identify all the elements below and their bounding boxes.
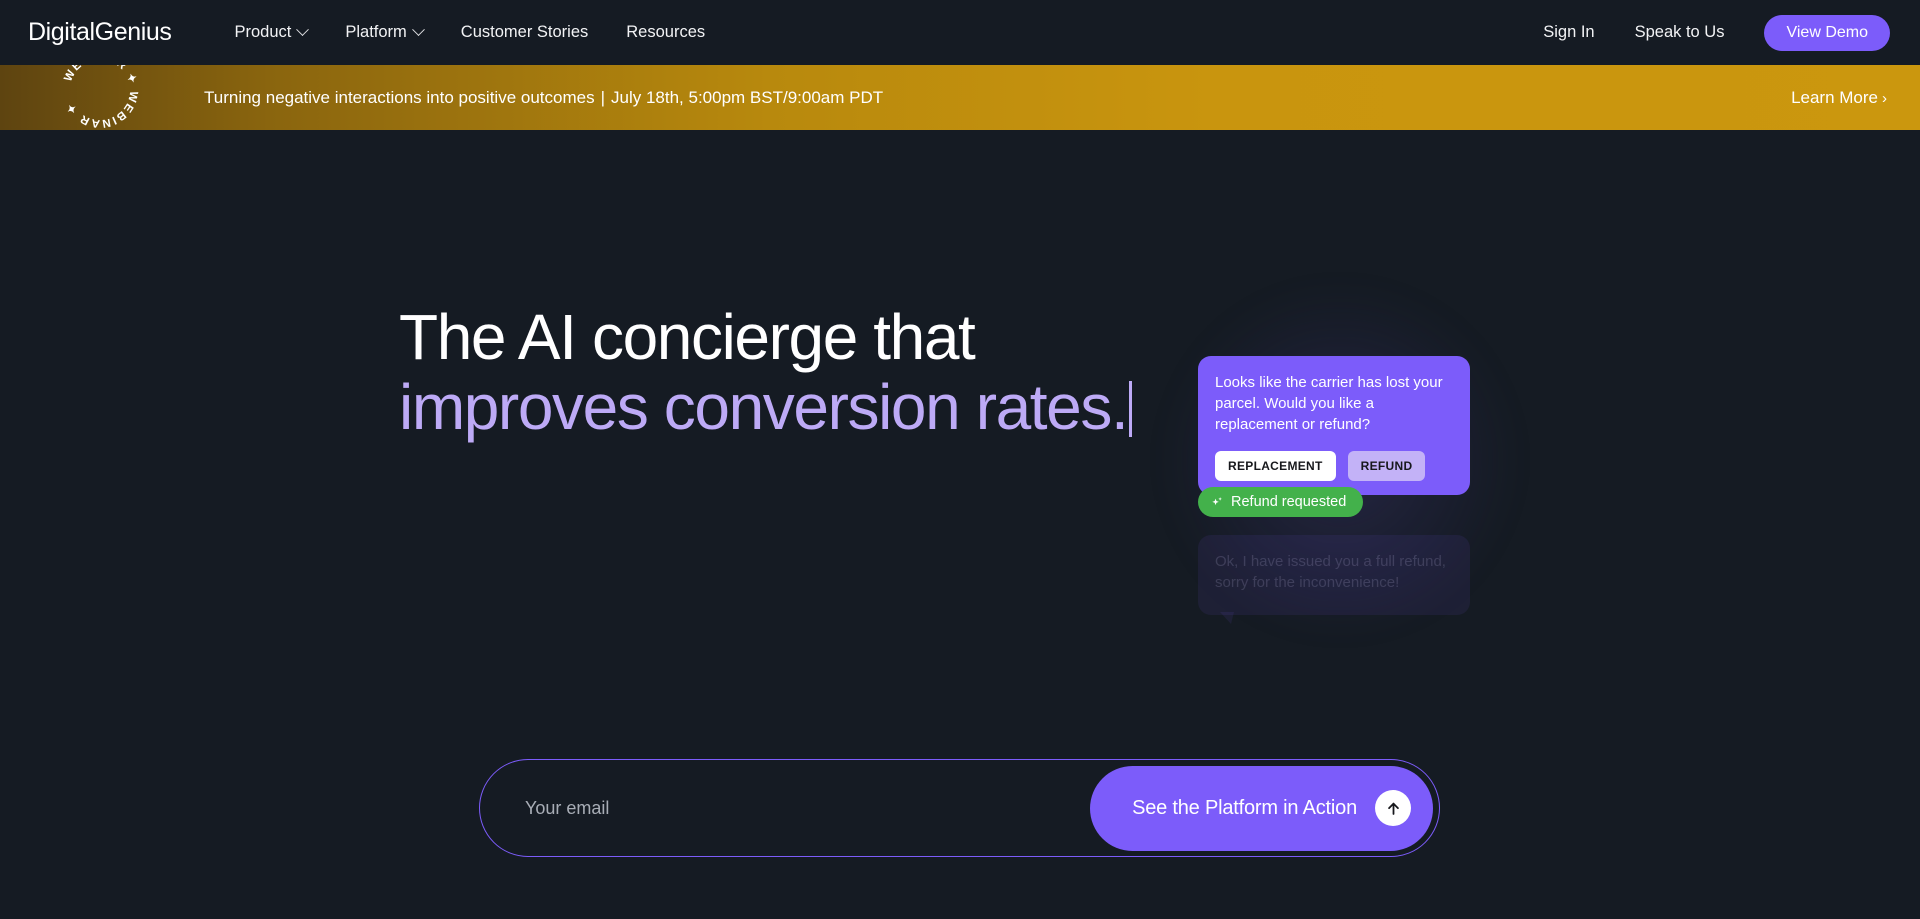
page-root: DigitalGenius Product Platform Customer … [0,0,1920,919]
status-badge: Refund requested [1198,487,1364,517]
status-badge-label: Refund requested [1231,494,1347,510]
chat-preview: Looks like the carrier has lost your par… [1140,260,1540,690]
headline-line-2: improves conversion rates. [399,372,1159,442]
view-demo-button[interactable]: View Demo [1764,14,1890,51]
nav-item-resources[interactable]: Resources [626,23,705,42]
primary-nav: Product Platform Customer Stories Resour… [234,23,705,42]
banner-title: Turning negative interactions into posit… [204,87,595,107]
banner-separator: | [600,87,606,107]
banner-date: July 18th, 5:00pm BST/9:00am PDT [611,87,884,107]
speak-to-us-link[interactable]: Speak to Us [1635,23,1725,42]
chat-bubble-reply: Ok, I have issued you a full refund, sor… [1198,535,1470,624]
chat-bubble-agent: Looks like the carrier has lost your par… [1198,356,1470,495]
nav-item-platform-label: Platform [345,23,407,41]
arrow-up-icon [1375,790,1411,826]
nav-item-platform[interactable]: Platform [345,23,425,42]
headline-typed-text: improves conversion rates. [399,371,1129,443]
email-capture-form: See the Platform in Action [479,759,1440,857]
nav-item-product-label: Product [234,23,292,41]
chevron-down-icon [296,23,310,37]
refund-button[interactable]: REFUND [1347,451,1426,481]
nav-actions: Sign In Speak to Us View Demo [1543,14,1890,51]
top-navbar: DigitalGenius Product Platform Customer … [0,0,1920,65]
text-caret [1129,381,1133,437]
banner-text: Turning negative interactions into posit… [204,88,883,108]
email-input[interactable] [480,797,1091,819]
chat-bubble-reply-text: Ok, I have issued you a full refund, sor… [1215,553,1446,591]
brand-logo[interactable]: DigitalGenius [28,18,172,47]
nav-item-customer-stories[interactable]: Customer Stories [461,23,588,42]
see-platform-in-action-label: See the Platform in Action [1132,796,1357,819]
headline-line-1: The AI concierge that [399,301,976,373]
banner-learn-more-label: Learn More [1791,87,1878,107]
chevron-down-icon [411,23,425,37]
chevron-right-icon: › [1882,89,1887,107]
replacement-button[interactable]: REPLACEMENT [1215,451,1336,481]
hero-headline: The AI concierge that improves conversio… [399,302,1159,442]
hero-section: The AI concierge that improves conversio… [0,130,1920,919]
chat-quick-replies: REPLACEMENT REFUND [1215,451,1453,481]
chat-bubble-agent-text: Looks like the carrier has lost your par… [1215,374,1443,433]
see-platform-in-action-button[interactable]: See the Platform in Action [1090,765,1433,851]
webinar-banner[interactable]: Turning negative interactions into posit… [0,65,1920,130]
banner-learn-more-link[interactable]: Learn More › [1791,88,1887,108]
sign-in-link[interactable]: Sign In [1543,23,1594,42]
nav-item-product[interactable]: Product [234,23,310,42]
sparkle-icon [1212,496,1222,505]
